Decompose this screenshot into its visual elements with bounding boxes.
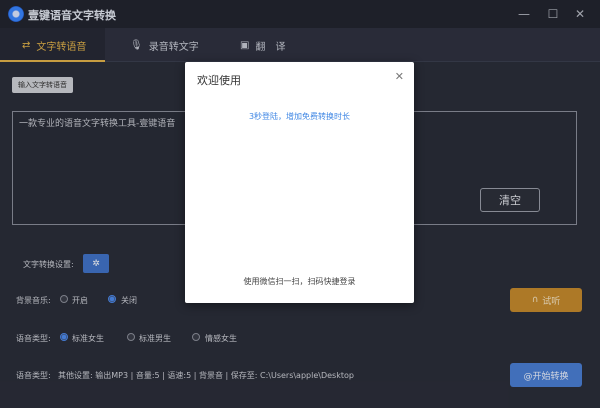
welcome-dialog: 欢迎使用 ✕ 3秒登陆，增加免费转换时长 使用微信扫一扫，扫码快捷登录	[185, 62, 414, 303]
qr-code-placeholder	[231, 262, 371, 268]
scan-tip: 使用微信扫一扫，扫码快捷登录	[243, 277, 356, 286]
dialog-title: 欢迎使用	[197, 74, 241, 87]
login-link[interactable]: 3秒登陆，增加免费转换时长	[185, 111, 414, 122]
close-icon[interactable]: ✕	[395, 70, 404, 83]
